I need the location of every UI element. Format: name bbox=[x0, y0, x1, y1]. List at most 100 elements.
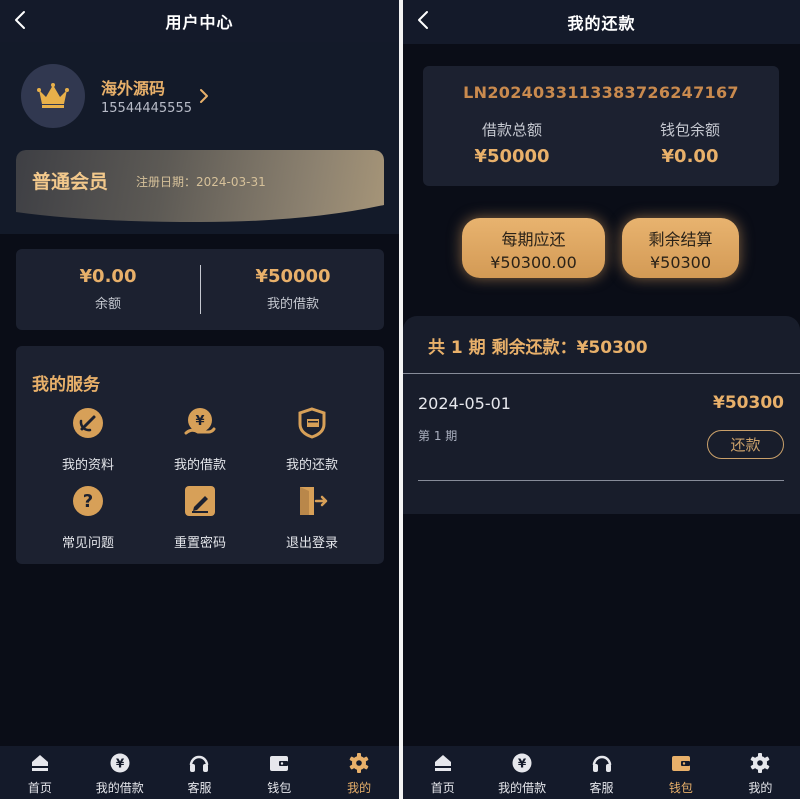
logout-icon bbox=[300, 487, 328, 515]
service-label: 我的资料 bbox=[61, 458, 114, 473]
service-my-loans[interactable]: ¥ 我的借款 bbox=[150, 406, 250, 473]
my-repayment-screen: 我的还款 LN2024033113383726247167 借款总额 ¥5000… bbox=[403, 0, 800, 799]
tab-label: 钱包 bbox=[668, 781, 693, 795]
divider bbox=[418, 480, 784, 481]
page-title: 我的还款 bbox=[567, 14, 636, 33]
services-card: 我的服务 我的资料 ¥ 我的借款 我的还款 ? 常见问题 重置密码 退出登录 bbox=[16, 346, 384, 564]
tab-label: 客服 bbox=[187, 781, 212, 795]
period-label: 第 1 期 bbox=[418, 429, 458, 443]
per-period-pill[interactable]: 每期应还 ¥50300.00 bbox=[462, 218, 605, 278]
balance-block[interactable]: ¥0.00 余额 bbox=[16, 266, 200, 312]
tab-wallet[interactable]: 钱包 bbox=[239, 746, 319, 799]
wallet-icon bbox=[270, 756, 289, 771]
service-my-profile[interactable]: 我的资料 bbox=[38, 406, 138, 473]
tab-support[interactable]: 客服 bbox=[562, 746, 641, 799]
profile-edit-icon bbox=[73, 408, 103, 438]
loan-label: 我的借款 bbox=[266, 297, 319, 312]
service-label: 我的借款 bbox=[173, 458, 226, 473]
wallet-icon bbox=[671, 756, 690, 771]
card-shield-icon bbox=[298, 407, 326, 439]
headset-icon bbox=[592, 755, 611, 772]
remaining-value: ¥50300 bbox=[649, 253, 712, 272]
back-arrow-icon[interactable] bbox=[10, 9, 32, 31]
pencil-icon bbox=[185, 486, 215, 516]
wallet-balance-block: 钱包余额 ¥0.00 bbox=[601, 119, 779, 167]
loan-block[interactable]: ¥50000 我的借款 bbox=[201, 266, 385, 312]
membership-card: 普通会员 注册日期：2024-03-31 bbox=[16, 150, 384, 222]
tab-label: 钱包 bbox=[267, 781, 292, 795]
tab-my-loans[interactable]: ¥ 我的借款 bbox=[482, 746, 561, 799]
svg-text:?: ? bbox=[83, 491, 93, 512]
bottom-tab-bar: 首页 ¥ 我的借款 客服 钱包 我的 bbox=[403, 746, 800, 799]
registration-date: 注册日期：2024-03-31 bbox=[136, 175, 266, 189]
chevron-right-icon[interactable] bbox=[196, 87, 212, 105]
home-icon bbox=[31, 755, 48, 771]
back-arrow-icon[interactable] bbox=[413, 9, 435, 31]
services-title: 我的服务 bbox=[32, 375, 100, 395]
tab-label: 首页 bbox=[430, 781, 455, 795]
top-bar: 我的还款 bbox=[403, 0, 800, 44]
service-reset-password[interactable]: 重置密码 bbox=[150, 484, 250, 551]
tab-home[interactable]: 首页 bbox=[403, 746, 482, 799]
tab-label: 我的 bbox=[347, 781, 372, 795]
question-icon: ? bbox=[73, 486, 103, 516]
gear-icon bbox=[751, 753, 770, 773]
balance-card: ¥0.00 余额 ¥50000 我的借款 bbox=[16, 249, 384, 330]
per-period-value: ¥50300.00 bbox=[490, 253, 577, 272]
tab-my-loans[interactable]: ¥ 我的借款 bbox=[80, 746, 160, 799]
svg-text:¥: ¥ bbox=[116, 757, 125, 771]
user-name[interactable]: 海外源码 bbox=[101, 75, 165, 99]
tab-label: 我的 bbox=[748, 781, 773, 795]
tab-support[interactable]: 客服 bbox=[160, 746, 240, 799]
service-label: 我的还款 bbox=[285, 458, 338, 473]
tab-label: 我的借款 bbox=[498, 781, 547, 795]
user-phone: 15544445555 bbox=[101, 101, 192, 116]
home-icon bbox=[434, 755, 451, 771]
crown-icon bbox=[37, 83, 69, 108]
bottom-tab-bar: 首页 ¥ 我的借款 客服 钱包 我的 bbox=[0, 746, 399, 799]
tab-home[interactable]: 首页 bbox=[0, 746, 80, 799]
loan-total-value: ¥50000 bbox=[474, 146, 550, 167]
svg-text:¥: ¥ bbox=[518, 757, 527, 771]
yen-coin-icon: ¥ bbox=[110, 753, 130, 773]
headset-icon bbox=[190, 755, 209, 772]
tab-wallet[interactable]: 钱包 bbox=[641, 746, 720, 799]
due-date: 2024-05-01 bbox=[418, 394, 511, 413]
remaining-settlement-pill[interactable]: 剩余结算 ¥50300 bbox=[622, 218, 739, 278]
wallet-balance-value: ¥0.00 bbox=[661, 146, 719, 167]
user-center-screen: 用户中心 海外源码 15544445555 普通会员 注册日期：2024-03-… bbox=[0, 0, 399, 799]
service-label: 退出登录 bbox=[285, 536, 338, 551]
service-my-repayment[interactable]: 我的还款 bbox=[262, 406, 362, 473]
loan-info-card: LN2024033113383726247167 借款总额 ¥50000 钱包余… bbox=[423, 66, 779, 186]
avatar[interactable] bbox=[21, 64, 85, 128]
repay-button[interactable]: 还款 bbox=[707, 430, 784, 459]
membership-level: 普通会员 bbox=[32, 171, 109, 193]
top-bar: 用户中心 bbox=[0, 0, 399, 42]
svg-text:¥: ¥ bbox=[195, 414, 204, 429]
schedule-heading: 共 1 期 剩余还款：¥50300 bbox=[428, 338, 648, 358]
service-logout[interactable]: 退出登录 bbox=[262, 484, 362, 551]
balance-value: ¥0.00 bbox=[79, 266, 137, 287]
per-period-label: 每期应还 bbox=[501, 230, 566, 249]
tab-label: 我的借款 bbox=[95, 781, 144, 795]
service-faq[interactable]: ? 常见问题 bbox=[38, 484, 138, 551]
loan-value: ¥50000 bbox=[255, 266, 331, 287]
loan-total-block: 借款总额 ¥50000 bbox=[423, 119, 601, 167]
tab-me[interactable]: 我的 bbox=[319, 746, 399, 799]
yen-hand-icon: ¥ bbox=[184, 408, 216, 435]
loan-total-label: 借款总额 bbox=[481, 121, 542, 139]
loan-number: LN2024033113383726247167 bbox=[463, 83, 739, 102]
service-label: 常见问题 bbox=[61, 536, 114, 551]
service-label: 重置密码 bbox=[173, 536, 226, 551]
tab-me[interactable]: 我的 bbox=[721, 746, 800, 799]
due-amount: ¥50300 bbox=[713, 393, 784, 413]
wallet-balance-label: 钱包余额 bbox=[659, 121, 720, 139]
gear-icon bbox=[349, 753, 369, 773]
yen-coin-icon: ¥ bbox=[512, 753, 532, 773]
repayment-schedule: 共 1 期 剩余还款：¥50300 2024-05-01 ¥50300 第 1 … bbox=[403, 316, 800, 514]
divider bbox=[403, 373, 800, 374]
tab-label: 首页 bbox=[27, 781, 52, 795]
tab-label: 客服 bbox=[589, 781, 614, 795]
remaining-label: 剩余结算 bbox=[648, 230, 713, 249]
balance-label: 余额 bbox=[94, 297, 121, 312]
